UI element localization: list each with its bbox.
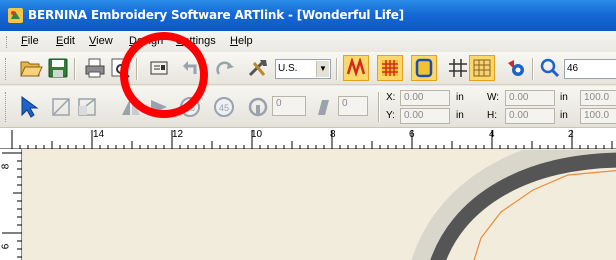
tools-icon: [248, 60, 267, 77]
menu-view[interactable]: View: [89, 35, 113, 47]
highlight-circle: [120, 32, 208, 118]
svg-text:45: 45: [219, 103, 229, 113]
background-icon: [473, 59, 491, 77]
width-value: 0.00: [509, 92, 529, 103]
resize-button[interactable]: [48, 94, 74, 120]
width-field[interactable]: 0.00: [505, 90, 555, 106]
reshape-button[interactable]: [74, 94, 100, 120]
height-percent-value: 100.0: [584, 110, 610, 121]
reshape-icon: [78, 98, 96, 116]
menu-grip: [6, 36, 9, 48]
ruler-label: 12: [172, 129, 184, 140]
redo-button[interactable]: [212, 55, 238, 81]
design-canvas[interactable]: [23, 150, 616, 260]
vertical-ruler: 8 6: [0, 149, 22, 260]
color-film-icon: [508, 60, 524, 76]
menu-bar: File Edit View Design Settings Help: [0, 31, 616, 52]
fill-pattern-icon: [382, 60, 398, 76]
slant-icon: [318, 100, 329, 115]
ruler-label: 6: [409, 129, 415, 140]
hoop-outline: [411, 150, 616, 260]
toolbar-grip: [5, 92, 8, 122]
show-hoop-button[interactable]: [411, 55, 437, 81]
printer-icon: [85, 58, 105, 78]
title-bar: BERNINA Embroidery Software ARTlink - [W…: [0, 0, 616, 31]
units-select[interactable]: U.S. ▼: [275, 59, 331, 79]
x-position-field[interactable]: 0.00: [400, 90, 450, 106]
rotate-right-45-button[interactable]: 45: [211, 94, 237, 120]
menu-edit[interactable]: Edit: [56, 35, 75, 47]
slant-angle-field[interactable]: 0: [338, 96, 368, 116]
show-fills-button[interactable]: [377, 55, 403, 81]
grid-icon: [449, 59, 467, 77]
standard-toolbar: U.S. ▼ 46: [0, 52, 616, 85]
stitches-icon: [346, 58, 366, 77]
y-unit: in: [456, 110, 464, 121]
rotate-angle-value: 0: [276, 98, 282, 109]
w-unit: in: [560, 92, 568, 103]
zoom-value: 46: [567, 63, 579, 74]
toolbar-separator: [74, 58, 75, 80]
window-title: BERNINA Embroidery Software ARTlink - [W…: [28, 8, 404, 22]
zoom-input[interactable]: 46: [564, 59, 616, 79]
transform-toolbar: 45 45 0 0 X: 0.00 in Y: 0.00 in W: 0.00 …: [0, 86, 616, 128]
ruler-label: 8: [330, 129, 336, 140]
height-percent-field[interactable]: 100.0: [580, 108, 616, 124]
save-icon: [48, 58, 68, 78]
y-value: 0.00: [404, 110, 424, 121]
toolbar-separator: [378, 92, 379, 122]
tools-button[interactable]: [245, 55, 271, 81]
x-value: 0.00: [404, 92, 424, 103]
toolbar-separator: [532, 58, 533, 80]
rotate-angle-icon: [248, 97, 268, 117]
ruler-label: 14: [93, 129, 105, 140]
print-button[interactable]: [82, 55, 108, 81]
slant-button[interactable]: [310, 94, 336, 120]
units-select-value: U.S.: [278, 63, 298, 74]
menu-help[interactable]: Help: [230, 35, 253, 47]
show-background-button[interactable]: [469, 55, 495, 81]
ruler-label: 6: [0, 243, 12, 250]
toolbar-grip: [5, 58, 8, 80]
ruler-label: 10: [251, 129, 263, 140]
hoop-icon: [415, 58, 433, 78]
ruler-label: 8: [0, 163, 12, 170]
x-unit: in: [456, 92, 464, 103]
y-label: Y:: [386, 110, 395, 121]
width-percent-value: 100.0: [584, 92, 610, 103]
select-object-button[interactable]: [16, 94, 42, 120]
height-field[interactable]: 0.00: [505, 108, 555, 124]
slant-angle-value: 0: [342, 98, 348, 109]
zoom-button[interactable]: [537, 55, 563, 81]
folder-open-icon: [20, 61, 43, 77]
zoom-icon: [540, 58, 560, 78]
height-value: 0.00: [509, 110, 529, 121]
color-film-button[interactable]: [503, 55, 529, 81]
ruler-label: 2: [568, 129, 574, 140]
rotate-right-45-icon: 45: [214, 97, 234, 117]
rotate-angle-field[interactable]: 0: [272, 96, 306, 116]
width-percent-field[interactable]: 100.0: [580, 90, 616, 106]
show-stitches-button[interactable]: [343, 55, 369, 81]
ruler-label: 4: [489, 129, 495, 140]
open-button[interactable]: [18, 55, 44, 81]
rotate-angle-button[interactable]: [245, 94, 271, 120]
w-label: W:: [487, 92, 500, 103]
redo-icon: [216, 61, 234, 75]
horizontal-ruler: 14 12 10 8 6 4 2: [0, 128, 616, 149]
app-icon: [8, 8, 23, 23]
x-label: X:: [386, 92, 396, 103]
chevron-down-icon[interactable]: ▼: [316, 61, 329, 77]
h-unit: in: [560, 110, 568, 121]
arrow-cursor-icon: [21, 96, 39, 118]
resize-icon: [52, 98, 70, 116]
show-grid-button[interactable]: [445, 55, 471, 81]
h-label: H:: [487, 110, 497, 121]
toolbar-separator: [336, 58, 337, 80]
save-button[interactable]: [45, 55, 71, 81]
y-position-field[interactable]: 0.00: [400, 108, 450, 124]
menu-file[interactable]: File: [21, 35, 39, 47]
